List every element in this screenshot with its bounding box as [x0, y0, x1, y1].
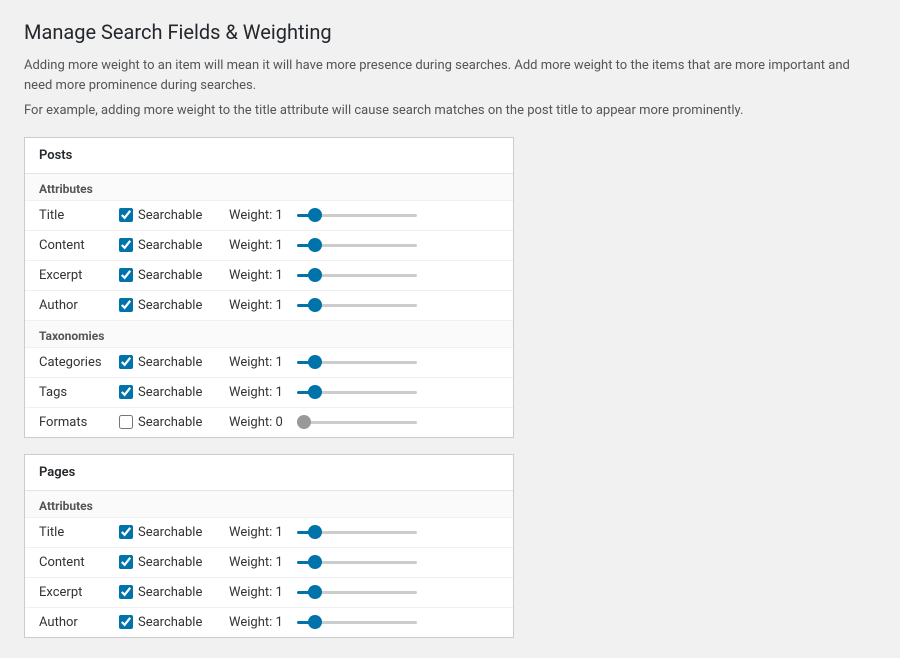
table-row: Categories Searchable Weight: 1 [25, 348, 513, 378]
searchable-label: Searchable [138, 525, 202, 540]
section-title-posts: Posts [25, 138, 513, 174]
table-row: Title Searchable Weight: 1 [25, 201, 513, 231]
weight-label: Weight: 1 [229, 208, 289, 223]
searchable-checkbox[interactable] [119, 298, 133, 312]
table-row: Title Searchable Weight: 1 [25, 518, 513, 548]
slider-container [297, 591, 499, 594]
page-title: Manage Search Fields & Weighting [24, 20, 876, 44]
slider-container [297, 561, 499, 564]
slider-container [297, 531, 499, 534]
searchable-checkbox[interactable] [119, 268, 133, 282]
searchable-checkbox-label[interactable]: Searchable [119, 585, 229, 600]
searchable-checkbox-label[interactable]: Searchable [119, 268, 229, 283]
weight-slider[interactable] [297, 561, 417, 564]
searchable-checkbox[interactable] [119, 525, 133, 539]
searchable-checkbox-label[interactable]: Searchable [119, 355, 229, 370]
searchable-checkbox-label[interactable]: Searchable [119, 615, 229, 630]
weight-slider[interactable] [297, 361, 417, 364]
field-name-label: Author [39, 615, 119, 630]
weight-slider[interactable] [297, 214, 417, 217]
weight-label: Weight: 1 [229, 385, 289, 400]
section-title-pages: Pages [25, 455, 513, 491]
searchable-checkbox-label[interactable]: Searchable [119, 525, 229, 540]
searchable-checkbox-label[interactable]: Searchable [119, 385, 229, 400]
weight-label: Weight: 1 [229, 525, 289, 540]
searchable-checkbox-label[interactable]: Searchable [119, 415, 229, 430]
field-name-label: Content [39, 238, 119, 253]
table-row: Excerpt Searchable Weight: 1 [25, 578, 513, 608]
description-1: Adding more weight to an item will mean … [24, 56, 876, 95]
weight-label: Weight: 1 [229, 268, 289, 283]
searchable-label: Searchable [138, 585, 202, 600]
field-name-label: Formats [39, 415, 119, 430]
searchable-checkbox-label[interactable]: Searchable [119, 238, 229, 253]
weight-slider[interactable] [297, 391, 417, 394]
searchable-checkbox[interactable] [119, 238, 133, 252]
searchable-label: Searchable [138, 208, 202, 223]
weight-label: Weight: 1 [229, 298, 289, 313]
slider-container [297, 274, 499, 277]
table-row: Content Searchable Weight: 1 [25, 231, 513, 261]
searchable-label: Searchable [138, 415, 202, 430]
table-row: ContentSearchableWeight: 1 [25, 548, 513, 578]
searchable-label: Searchable [138, 385, 202, 400]
weight-slider[interactable] [297, 531, 417, 534]
searchable-checkbox[interactable] [119, 615, 133, 629]
searchable-label: Searchable [138, 615, 202, 630]
slider-container [297, 244, 499, 247]
field-name-label: Categories [39, 355, 119, 370]
table-row: Excerpt Searchable Weight: 1 [25, 261, 513, 291]
searchable-label: Searchable [138, 268, 202, 283]
weight-slider[interactable] [297, 591, 417, 594]
field-name-label: Title [39, 208, 119, 223]
table-row: Author Searchable Weight: 1 [25, 608, 513, 637]
weight-label: Weight: 1 [229, 585, 289, 600]
slider-container [297, 304, 499, 307]
section-pages: PagesAttributes Title Searchable Weight: 1 C… [24, 454, 514, 638]
slider-container [297, 421, 499, 424]
searchable-checkbox[interactable] [119, 555, 133, 569]
searchable-label: Searchable [138, 298, 202, 313]
group-label-taxonomies: Taxonomies [25, 321, 513, 348]
searchable-checkbox[interactable] [119, 208, 133, 222]
slider-container [297, 621, 499, 624]
group-label-attributes: Attributes [25, 491, 513, 518]
field-name-label: Title [39, 525, 119, 540]
weight-slider[interactable] [297, 421, 417, 424]
searchable-label: Searchable [138, 355, 202, 370]
table-row: Author Searchable Weight: 1 [25, 291, 513, 321]
searchable-checkbox[interactable] [119, 385, 133, 399]
searchable-checkbox-label[interactable]: Searchable [119, 208, 229, 223]
field-name-label: Excerpt [39, 585, 119, 600]
searchable-checkbox[interactable] [119, 415, 133, 429]
weight-slider[interactable] [297, 274, 417, 277]
weight-label: Weight: 1 [229, 238, 289, 253]
field-name-label: Excerpt [39, 268, 119, 283]
searchable-checkbox[interactable] [119, 355, 133, 369]
field-name-label: Author [39, 298, 119, 313]
weight-slider[interactable] [297, 244, 417, 247]
searchable-checkbox-label[interactable]: Searchable [119, 298, 229, 313]
section-posts: PostsAttributesTitleSearchableWeight: 1C… [24, 137, 514, 438]
slider-container [297, 391, 499, 394]
searchable-label: Searchable [138, 238, 202, 253]
field-name-label: Tags [39, 385, 119, 400]
weight-slider[interactable] [297, 621, 417, 624]
group-label-attributes: Attributes [25, 174, 513, 201]
weight-label: Weight: 0 [229, 415, 289, 430]
weight-slider[interactable] [297, 304, 417, 307]
table-row: Tags Searchable Weight: 1 [25, 378, 513, 408]
weight-label: Weight: 1 [229, 615, 289, 630]
slider-container [297, 214, 499, 217]
table-row: Formats Searchable Weight: 0 [25, 408, 513, 437]
weight-label: Weight: 1 [229, 355, 289, 370]
searchable-checkbox[interactable] [119, 585, 133, 599]
slider-container [297, 361, 499, 364]
description-2: For example, adding more weight to the t… [24, 101, 876, 121]
